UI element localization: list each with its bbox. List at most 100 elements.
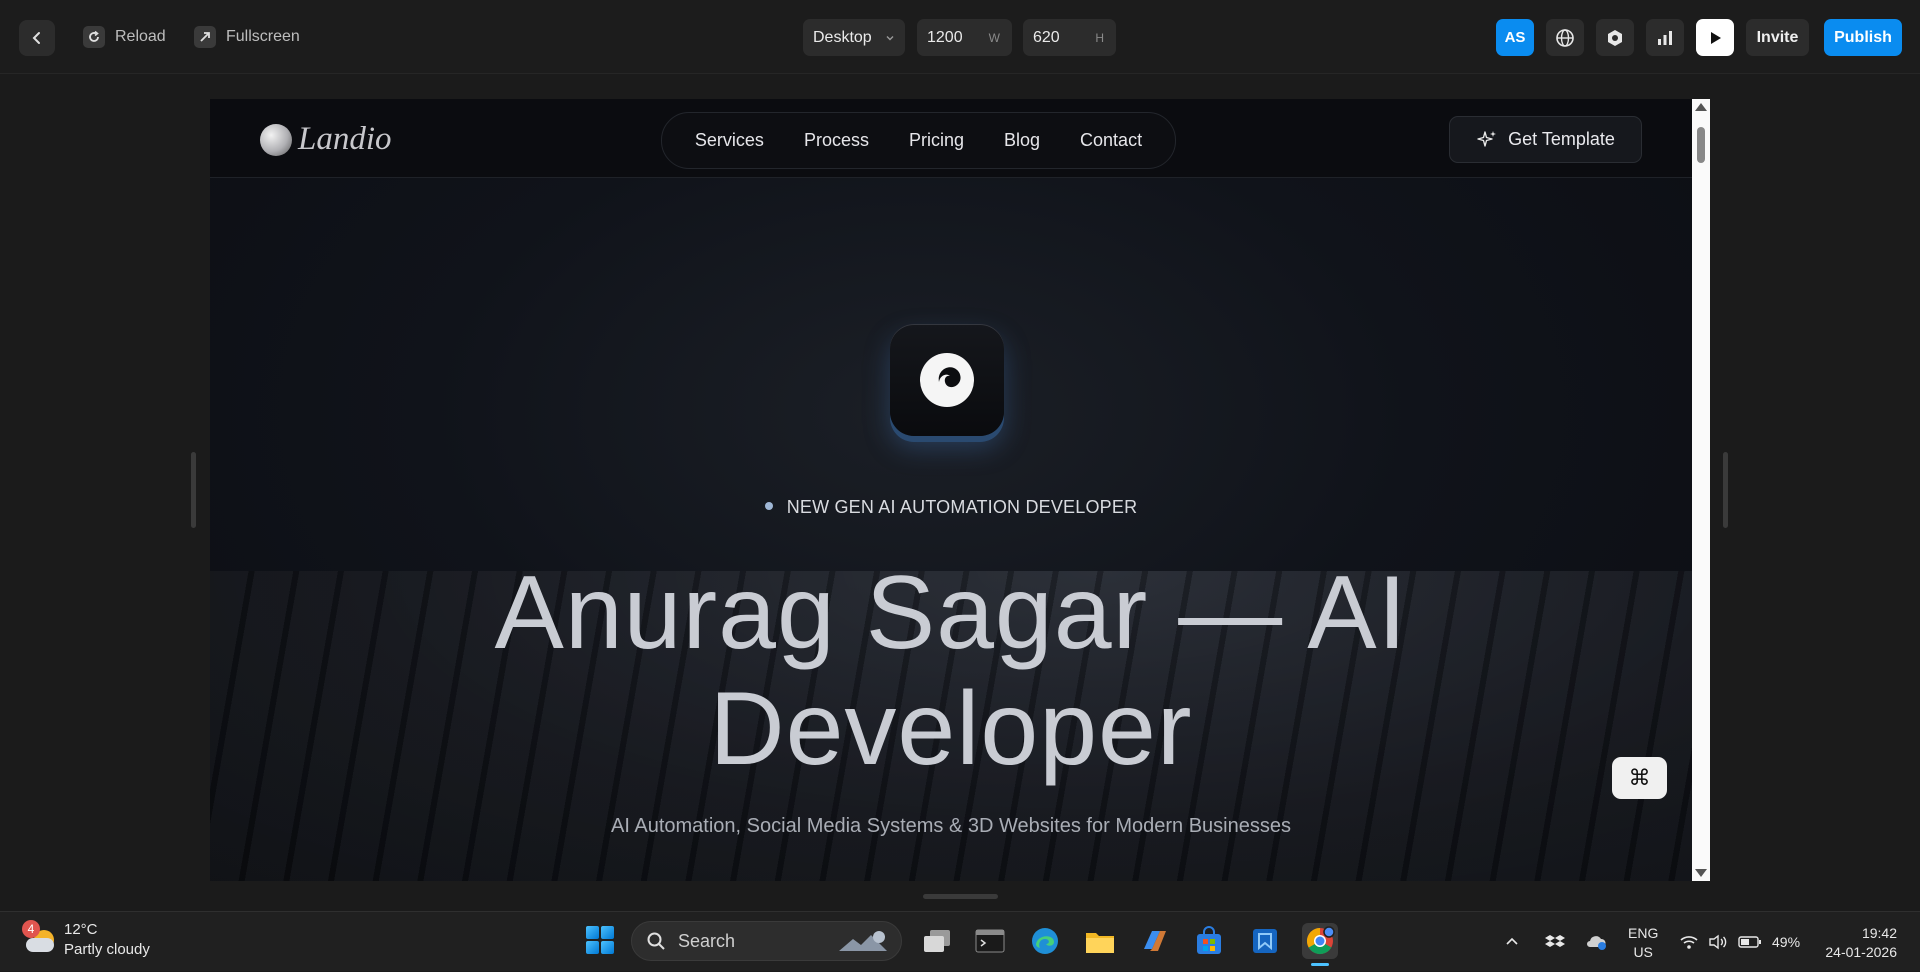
store-app[interactable] [1191,923,1227,959]
width-value: 1200 [927,28,963,46]
invite-button[interactable]: Invite [1746,19,1809,56]
editor-toolbar: Reload Fullscreen Desktop 1200 W 620 H A… [0,0,1920,74]
reload-icon [83,26,105,48]
scroll-up-arrow-icon[interactable] [1695,103,1707,111]
device-value: Desktop [813,28,872,46]
nav-item-pricing[interactable]: Pricing [909,130,964,151]
wifi-icon [1680,936,1698,949]
dropbox-tray[interactable] [1545,912,1565,972]
nav-item-contact[interactable]: Contact [1080,130,1142,151]
onedrive-tray[interactable] [1585,912,1607,972]
active-app-indicator [1311,963,1329,966]
tagline-dot [764,502,773,511]
reload-button[interactable]: Reload [83,24,166,50]
hero-app-icon [890,324,1004,436]
site-logo[interactable]: Landio [260,121,392,158]
tagline-text: NEW GEN AI AUTOMATION DEVELOPER [786,497,1138,517]
bookmark-app-icon [1253,929,1277,953]
preview-canvas: Landio Services Process Pricing Blog Con… [210,99,1710,881]
landio-logo-icon [920,353,974,407]
hero-title-line1: Anurag Sagar — AI [494,555,1408,671]
windows-taskbar: 4 12°C Partly cloudy Search ENG US 49% 1… [0,911,1920,971]
settings-button[interactable] [1596,19,1634,56]
nav-item-services[interactable]: Services [695,130,764,151]
weather-condition: Partly cloudy [64,941,150,958]
command-menu-button[interactable]: ⌘ [1612,757,1667,799]
left-resize-handle[interactable] [191,452,196,528]
lang-top: ENG [1628,925,1659,941]
partly-cloudy-icon: 4 [22,920,56,956]
terminal-app[interactable] [972,923,1008,959]
volume-icon [1709,934,1727,950]
show-hidden-icons[interactable] [1504,912,1520,972]
reload-label: Reload [115,28,166,45]
brand-name: Landio [298,121,392,157]
system-status[interactable]: 49% [1680,912,1800,972]
start-button[interactable] [586,926,614,954]
play-icon [1711,31,1721,44]
analytics-button[interactable] [1646,19,1684,56]
chevron-down-icon [886,35,894,40]
width-input[interactable]: 1200 W [917,19,1012,56]
scrollbar-thumb[interactable] [1697,127,1705,163]
height-value: 620 [1033,28,1060,46]
site-nav: Services Process Pricing Blog Contact [661,112,1176,169]
device-select[interactable]: Desktop [803,19,905,56]
edge-icon [1032,928,1058,954]
hero-title: Anurag Sagar — AI Developer [210,555,1692,787]
file-explorer-app[interactable] [1082,923,1118,959]
fullscreen-button[interactable]: Fullscreen [194,24,300,50]
weather-widget[interactable]: 4 12°C Partly cloudy [22,920,150,960]
width-suffix: W [988,30,1000,45]
logo-mark-icon [260,123,292,156]
hero-tagline: NEW GEN AI AUTOMATION DEVELOPER [210,497,1692,518]
preview-button[interactable] [1696,19,1734,56]
taskbar-search[interactable]: Search [631,921,902,961]
edge-app[interactable] [1027,923,1063,959]
scroll-down-arrow-icon[interactable] [1695,869,1707,877]
search-highlight-icon [839,931,887,951]
search-placeholder: Search [678,930,736,951]
site-header: Landio Services Process Pricing Blog Con… [210,99,1692,178]
pinned-app[interactable] [1247,923,1283,959]
nav-item-process[interactable]: Process [804,130,869,151]
copilot-icon [1144,931,1166,951]
right-resize-handle[interactable] [1723,452,1728,528]
copilot-app[interactable] [1137,923,1173,959]
terminal-icon [975,929,1005,953]
site-preview: Landio Services Process Pricing Blog Con… [210,99,1692,881]
folder-icon [1086,933,1114,953]
fullscreen-label: Fullscreen [226,28,300,45]
chrome-icon [1306,926,1335,955]
hero-subtitle: AI Automation, Social Media Systems & 3D… [611,815,1291,837]
user-avatar[interactable]: AS [1496,19,1534,56]
chevron-up-icon [1506,937,1518,945]
hero-title-line2: Developer [709,671,1193,787]
preview-scrollbar[interactable] [1692,99,1710,881]
lang-bottom: US [1633,944,1653,960]
expand-icon [194,26,216,48]
back-button[interactable] [19,20,55,56]
clock-date: 24-01-2026 [1825,944,1897,960]
hexagon-icon [1608,29,1622,46]
battery-icon [1738,936,1761,948]
bottom-resize-handle[interactable] [923,894,998,899]
height-suffix: H [1095,30,1104,45]
chevron-left-icon [32,32,40,44]
weather-badge: 4 [22,920,40,938]
publish-button[interactable]: Publish [1824,19,1902,56]
clock-time: 19:42 [1861,925,1897,941]
get-template-button[interactable]: Get Template [1449,116,1642,163]
search-icon [647,932,665,950]
height-input[interactable]: 620 H [1023,19,1116,56]
system-clock[interactable]: 19:42 24-01-2026 [1817,924,1897,962]
globe-icon [1556,28,1574,47]
nav-item-blog[interactable]: Blog [1004,130,1040,151]
store-bag-icon [1197,926,1221,954]
get-template-label: Get Template [1508,129,1615,149]
globe-button[interactable] [1546,19,1584,56]
language-indicator[interactable]: ENG US [1628,924,1658,962]
task-view-icon [924,930,950,952]
chrome-app[interactable] [1302,923,1338,959]
task-view-app[interactable] [919,923,955,959]
